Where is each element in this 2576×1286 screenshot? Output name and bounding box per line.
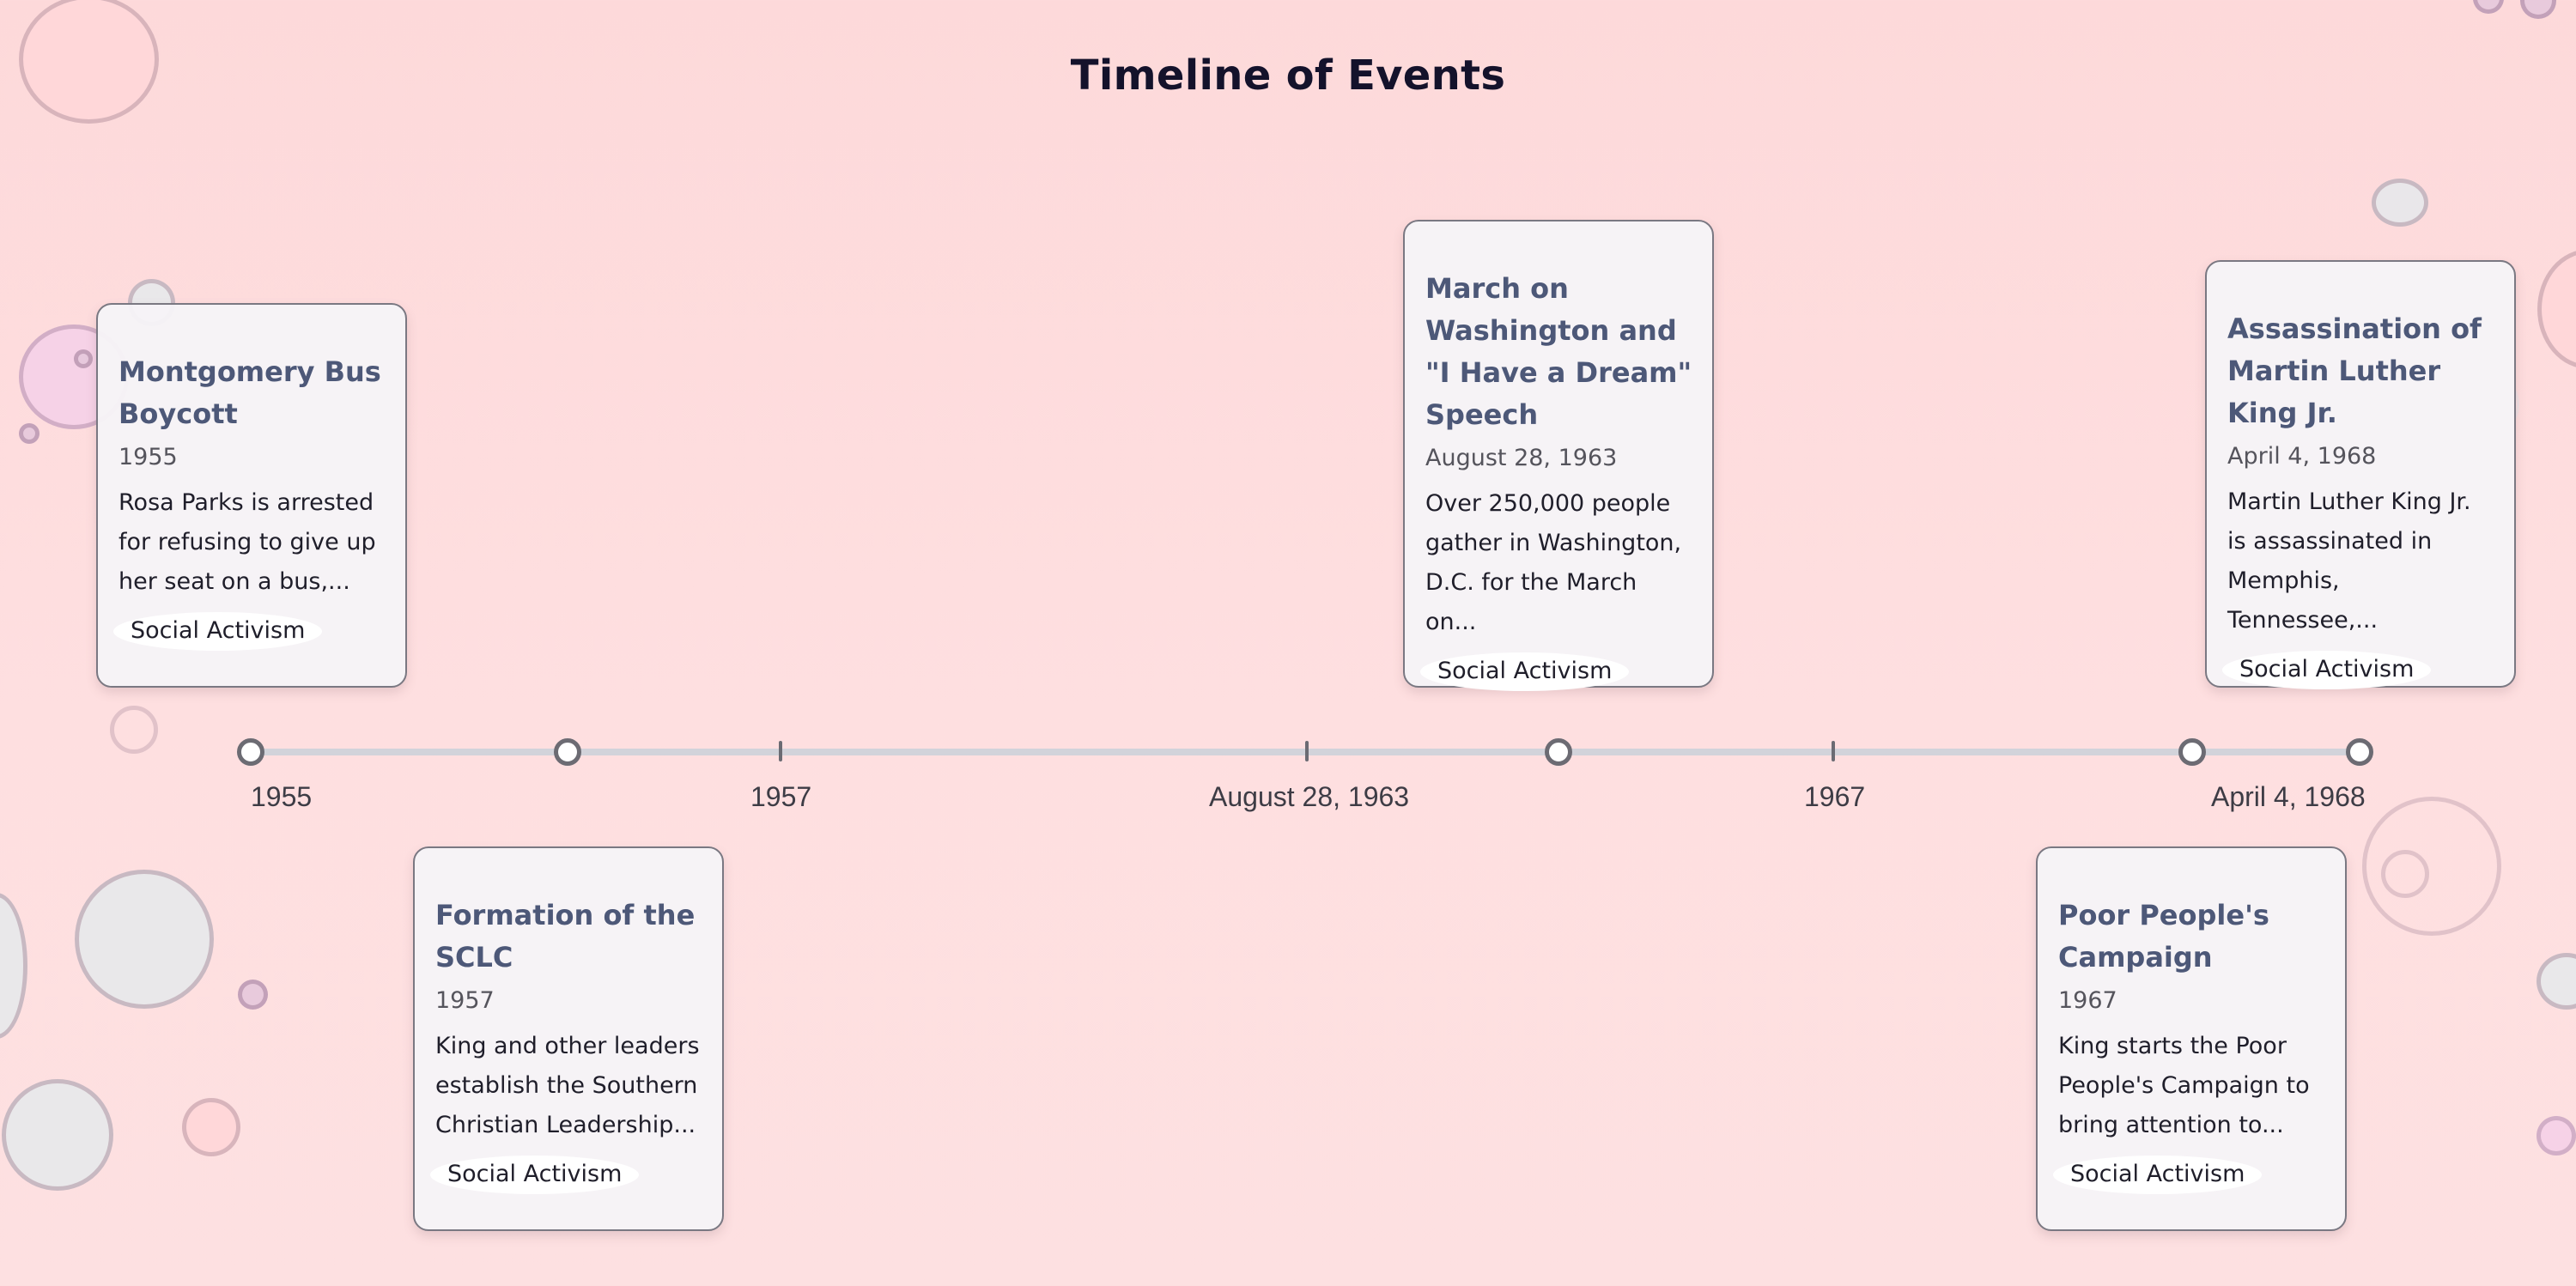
event-description: Over 250,000 people gather in Washington…: [1425, 490, 1682, 635]
event-title: March on Washington and "I Have a Dream"…: [1425, 272, 1692, 431]
event-node-sclc[interactable]: [554, 738, 581, 766]
bubble-decoration: [0, 893, 27, 1039]
bubble-decoration: [19, 423, 39, 444]
event-card[interactable]: Poor People's Campaign 1967 King starts …: [2036, 846, 2347, 1231]
category-tag: Social Activism: [2053, 1156, 2263, 1194]
event-card[interactable]: Assassination of Martin Luther King Jr. …: [2205, 260, 2516, 689]
event-node-poor-peoples[interactable]: [2178, 738, 2206, 766]
bubble-decoration: [2381, 850, 2429, 898]
bubble-decoration: [74, 349, 93, 368]
event-node-assassination[interactable]: [2346, 738, 2373, 766]
event-date: 1955: [118, 444, 178, 470]
category-tag: Social Activism: [2222, 651, 2432, 689]
axis-label: 1967: [1804, 781, 1866, 812]
event-title: Formation of the SCLC: [435, 899, 696, 974]
axis-tick: [779, 741, 782, 761]
bubble-decoration: [2537, 1116, 2576, 1156]
bubble-decoration: [2537, 249, 2576, 369]
bubble-decoration: [2537, 953, 2576, 1010]
event-description: Rosa Parks is arrested for refusing to g…: [118, 489, 376, 595]
bubble-decoration: [238, 980, 268, 1010]
event-card[interactable]: Formation of the SCLC 1957 King and othe…: [413, 846, 724, 1231]
axis-label: August 28, 1963: [1209, 781, 1410, 812]
page-title: Timeline of Events: [1070, 52, 1506, 100]
bubble-decoration: [182, 1098, 240, 1156]
event-date: August 28, 1963: [1425, 445, 1618, 471]
axis-tick: [1305, 741, 1309, 761]
event-description: King and other leaders establish the Sou…: [435, 1033, 700, 1138]
bubble-decoration: [110, 706, 158, 754]
event-title: Assassination of Martin Luther King Jr.: [2227, 312, 2482, 429]
category-tag: Social Activism: [113, 612, 323, 651]
event-title: Poor People's Campaign: [2058, 899, 2269, 974]
event-description: Martin Luther King Jr. is assassinated i…: [2227, 488, 2471, 634]
axis-tick: [1832, 741, 1835, 761]
event-date: 1967: [2058, 987, 2117, 1014]
event-node-montgomery[interactable]: [237, 738, 264, 766]
category-tag: Social Activism: [430, 1156, 640, 1194]
event-description: King starts the Poor People's Campaign t…: [2058, 1033, 2310, 1138]
bubble-decoration: [2520, 0, 2556, 19]
bubble-decoration: [2372, 179, 2428, 227]
axis-label: 1955: [251, 781, 313, 812]
event-date: 1957: [435, 987, 495, 1014]
axis-label: April 4, 1968: [2211, 781, 2366, 812]
event-card[interactable]: Montgomery Bus Boycott 1955 Rosa Parks i…: [96, 303, 407, 688]
bubble-decoration: [2473, 0, 2504, 14]
bubble-decoration: [2, 1079, 113, 1191]
event-date: April 4, 1968: [2227, 443, 2377, 470]
axis-label: 1957: [750, 781, 812, 812]
bubble-decoration: [75, 870, 214, 1009]
category-tag: Social Activism: [1420, 652, 1630, 691]
event-card[interactable]: March on Washington and "I Have a Dream"…: [1403, 220, 1714, 691]
event-title: Montgomery Bus Boycott: [118, 355, 381, 430]
event-node-march-washington[interactable]: [1545, 738, 1572, 766]
